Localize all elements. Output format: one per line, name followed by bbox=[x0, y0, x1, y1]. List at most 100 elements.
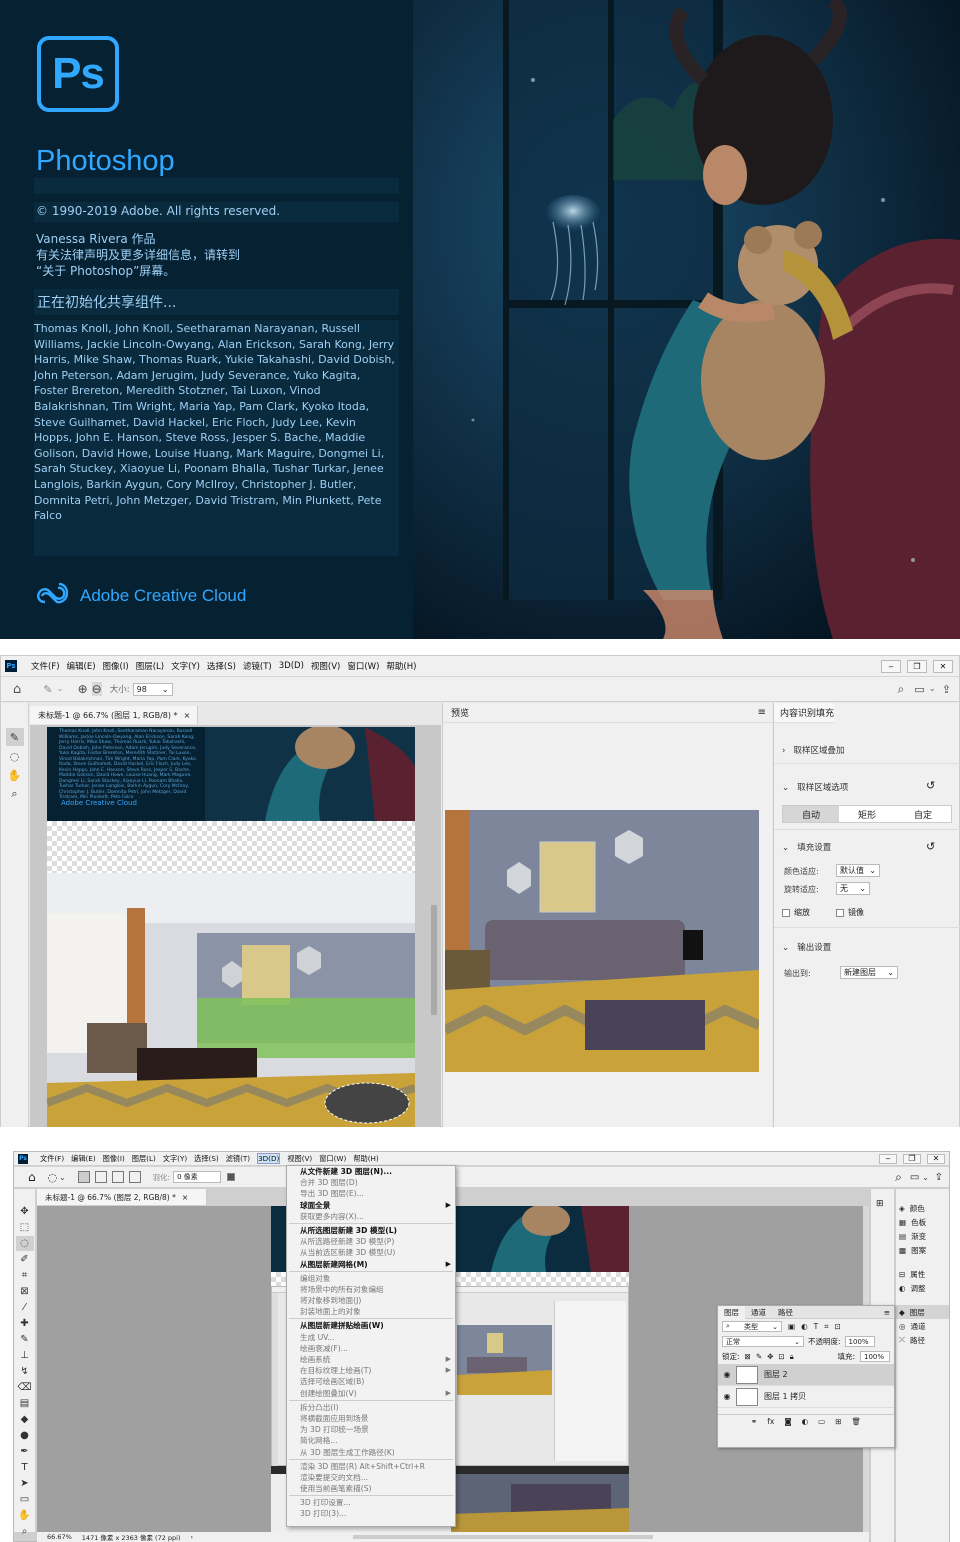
layer-row[interactable]: ◉ 图层 1 拷贝 bbox=[718, 1386, 894, 1408]
pen-tool-icon[interactable]: ✒ bbox=[16, 1444, 34, 1459]
add-selection-icon[interactable] bbox=[94, 1171, 107, 1183]
add-mode-icon[interactable]: ⊕ bbox=[78, 682, 88, 696]
menu-item-3d[interactable]: 从当前选区新建 3D 模型(U) bbox=[287, 1247, 455, 1258]
fx-icon[interactable]: fx bbox=[767, 1417, 774, 1426]
healing-tool-icon[interactable]: ✚ bbox=[16, 1316, 34, 1331]
feather-input[interactable]: 0 像素 bbox=[173, 1171, 222, 1183]
mirror-checkbox[interactable]: 镜像 bbox=[836, 907, 864, 918]
rectangle-button[interactable]: 矩形 bbox=[839, 806, 895, 822]
menu-image[interactable]: 图像(I) bbox=[103, 660, 129, 672]
chevron-down-icon[interactable]: ⌄ bbox=[922, 1173, 928, 1182]
brush-preset-icon[interactable]: ✎ bbox=[43, 683, 52, 696]
menu-item-3d[interactable]: 简化网格... bbox=[287, 1435, 455, 1446]
chevron-down-icon[interactable]: ⌄ bbox=[56, 684, 63, 694]
eraser-tool-icon[interactable]: ⌫ bbox=[16, 1380, 34, 1395]
filter-adjust-icon[interactable]: ◐ bbox=[801, 1322, 808, 1331]
hand-tool-icon[interactable]: ✋ bbox=[16, 1508, 34, 1523]
move-tool-icon[interactable]: ✥ bbox=[16, 1204, 34, 1219]
panel-tab[interactable]: 内容识别填充 bbox=[774, 703, 834, 723]
menu-filter[interactable]: 滤镜(T) bbox=[243, 660, 272, 672]
menu-item-3d[interactable]: 绘画衰减(F)... bbox=[287, 1343, 455, 1354]
channels-tab[interactable]: 通道 bbox=[745, 1307, 772, 1318]
color-panel-tab[interactable]: ◈ 颜色 bbox=[896, 1201, 949, 1215]
lasso-preset-icon[interactable]: ◌ bbox=[48, 1171, 58, 1184]
quick-select-tool-icon[interactable]: ✐ bbox=[16, 1252, 34, 1267]
chevron-down-icon[interactable]: ⌄ bbox=[929, 684, 936, 694]
search-icon[interactable]: ⌕ bbox=[898, 682, 905, 697]
subtract-mode-icon[interactable]: ⊖ bbox=[91, 682, 102, 696]
menu-select[interactable]: 选择(S) bbox=[207, 660, 236, 672]
menu-layer[interactable]: 图层(L) bbox=[136, 660, 164, 672]
chevron-right-icon[interactable]: › bbox=[191, 1533, 194, 1541]
menu-item-3d[interactable]: 从图层新建网格(M) ▶ bbox=[287, 1259, 455, 1270]
filter-shape-icon[interactable]: ⌗ bbox=[824, 1322, 828, 1332]
blend-mode-select[interactable]: 正常 ⌄ bbox=[722, 1336, 804, 1347]
lasso-tool-icon[interactable]: ◌ bbox=[6, 747, 24, 765]
document-tab[interactable]: 未标题-1 @ 66.7% (图层 2, RGB/8) * × bbox=[37, 1189, 207, 1205]
paths-panel-tab[interactable]: ⤫ 路径 bbox=[896, 1333, 949, 1347]
output-to-select[interactable]: 新建图层 ⌄ bbox=[840, 966, 898, 979]
subtract-selection-icon[interactable] bbox=[111, 1171, 124, 1183]
marquee-tool-icon[interactable]: ⬚ bbox=[16, 1220, 34, 1235]
layer-name[interactable]: 图层 1 拷贝 bbox=[764, 1391, 806, 1402]
hand-tool-icon[interactable]: ✋ bbox=[6, 766, 24, 784]
minimize-button[interactable]: ‒ bbox=[881, 659, 901, 673]
lasso-tool-icon[interactable]: ◌ bbox=[15, 1236, 34, 1251]
menu-file[interactable]: 文件(F) bbox=[31, 660, 60, 672]
menu-filter[interactable]: 滤镜(T) bbox=[226, 1154, 250, 1164]
menu-item-3d[interactable]: 获取更多内容(X)... bbox=[287, 1211, 455, 1222]
workspace-icon[interactable]: ▭ bbox=[914, 683, 924, 696]
menu-item-3d[interactable]: 封装地面上的对象 bbox=[287, 1306, 455, 1317]
opacity-input[interactable]: 100% bbox=[844, 1336, 875, 1347]
menu-item-3d[interactable]: 从图层新建拼贴绘画(W) bbox=[287, 1320, 455, 1331]
gradients-panel-tab[interactable]: ▤ 渐变 bbox=[896, 1229, 949, 1243]
menu-file[interactable]: 文件(F) bbox=[40, 1154, 64, 1164]
share-icon[interactable]: ⇪ bbox=[942, 683, 951, 696]
new-selection-icon[interactable] bbox=[77, 1171, 90, 1183]
menu-item-3d[interactable]: 合并 3D 图层(D) bbox=[287, 1177, 455, 1188]
close-tab-icon[interactable]: × bbox=[182, 1193, 188, 1202]
layer-filter-select[interactable]: ⌕ 类型 ⌄ bbox=[722, 1321, 782, 1332]
filter-pixel-icon[interactable]: ▣ bbox=[788, 1322, 795, 1331]
home-icon[interactable]: ⌂ bbox=[28, 1170, 36, 1184]
close-window-button[interactable]: ✕ bbox=[927, 1153, 945, 1164]
adjustment-layer-icon[interactable]: ◐ bbox=[802, 1417, 809, 1426]
layer-name[interactable]: 图层 2 bbox=[764, 1369, 788, 1380]
menu-item-3d[interactable]: 绘画系统 ▶ bbox=[287, 1354, 455, 1365]
menu-help[interactable]: 帮助(H) bbox=[386, 660, 416, 672]
delete-layer-icon[interactable]: 🗑︎ bbox=[852, 1417, 862, 1426]
antialias-checkbox[interactable] bbox=[227, 1173, 236, 1181]
lock-position-icon[interactable]: ✥ bbox=[767, 1352, 773, 1361]
lock-artboard-icon[interactable]: ⊡ bbox=[778, 1352, 784, 1361]
dodge-tool-icon[interactable]: ● bbox=[16, 1428, 34, 1443]
home-icon[interactable]: ⌂ bbox=[13, 682, 21, 697]
filter-smart-icon[interactable]: ⊡ bbox=[834, 1322, 840, 1331]
menu-item-3d[interactable]: 将场景中的所有对象编组 bbox=[287, 1284, 455, 1295]
menu-item-3d[interactable]: 将横截面应用到场景 bbox=[287, 1413, 455, 1424]
section-sampling-overlay[interactable]: › 取样区域叠加 bbox=[782, 744, 845, 756]
minimize-button[interactable]: ‒ bbox=[879, 1153, 897, 1164]
lock-all-icon[interactable]: 🔒︎ bbox=[790, 1352, 794, 1362]
menu-item-3d[interactable]: 导出 3D 图层(E)... bbox=[287, 1188, 455, 1199]
lock-pixels-icon[interactable]: ⊠ bbox=[745, 1352, 751, 1361]
share-icon[interactable]: ⇪ bbox=[935, 1172, 943, 1183]
menu-view[interactable]: 视图(V) bbox=[287, 1154, 312, 1164]
section-sampling-options[interactable]: ⌄ 取样区域选项 bbox=[782, 781, 848, 793]
close-tab-icon[interactable]: × bbox=[184, 711, 191, 720]
filter-type-icon[interactable]: T bbox=[814, 1322, 819, 1331]
layers-tab[interactable]: 图层 bbox=[718, 1305, 745, 1319]
menu-item-3d[interactable]: 在目标纹理上绘画(T) ▶ bbox=[287, 1365, 455, 1376]
menu-window[interactable]: 窗口(W) bbox=[319, 1154, 346, 1164]
menu-item-3d[interactable]: 从所选图层新建 3D 模型(L) bbox=[287, 1225, 455, 1236]
color-adapt-select[interactable]: 默认值 ⌄ bbox=[836, 864, 880, 877]
close-window-button[interactable]: ✕ bbox=[933, 659, 953, 673]
add-mask-icon[interactable]: ◙ bbox=[784, 1417, 791, 1426]
properties-panel-tab[interactable]: ⊟ 属性 bbox=[896, 1267, 949, 1281]
menu-window[interactable]: 窗口(W) bbox=[347, 660, 379, 672]
adjustments-panel-tab[interactable]: ◐ 调整 bbox=[896, 1281, 949, 1295]
zoom-tool-icon[interactable]: ⌕ bbox=[16, 1524, 34, 1539]
workspace-icon[interactable]: ▭ bbox=[910, 1172, 919, 1183]
scale-checkbox[interactable]: 缩放 bbox=[782, 907, 810, 918]
document-tab[interactable]: 未标题-1 @ 66.7% (图层 1, RGB/8) * × bbox=[30, 706, 198, 724]
menu-3d[interactable]: 3D(D) bbox=[257, 1153, 281, 1164]
